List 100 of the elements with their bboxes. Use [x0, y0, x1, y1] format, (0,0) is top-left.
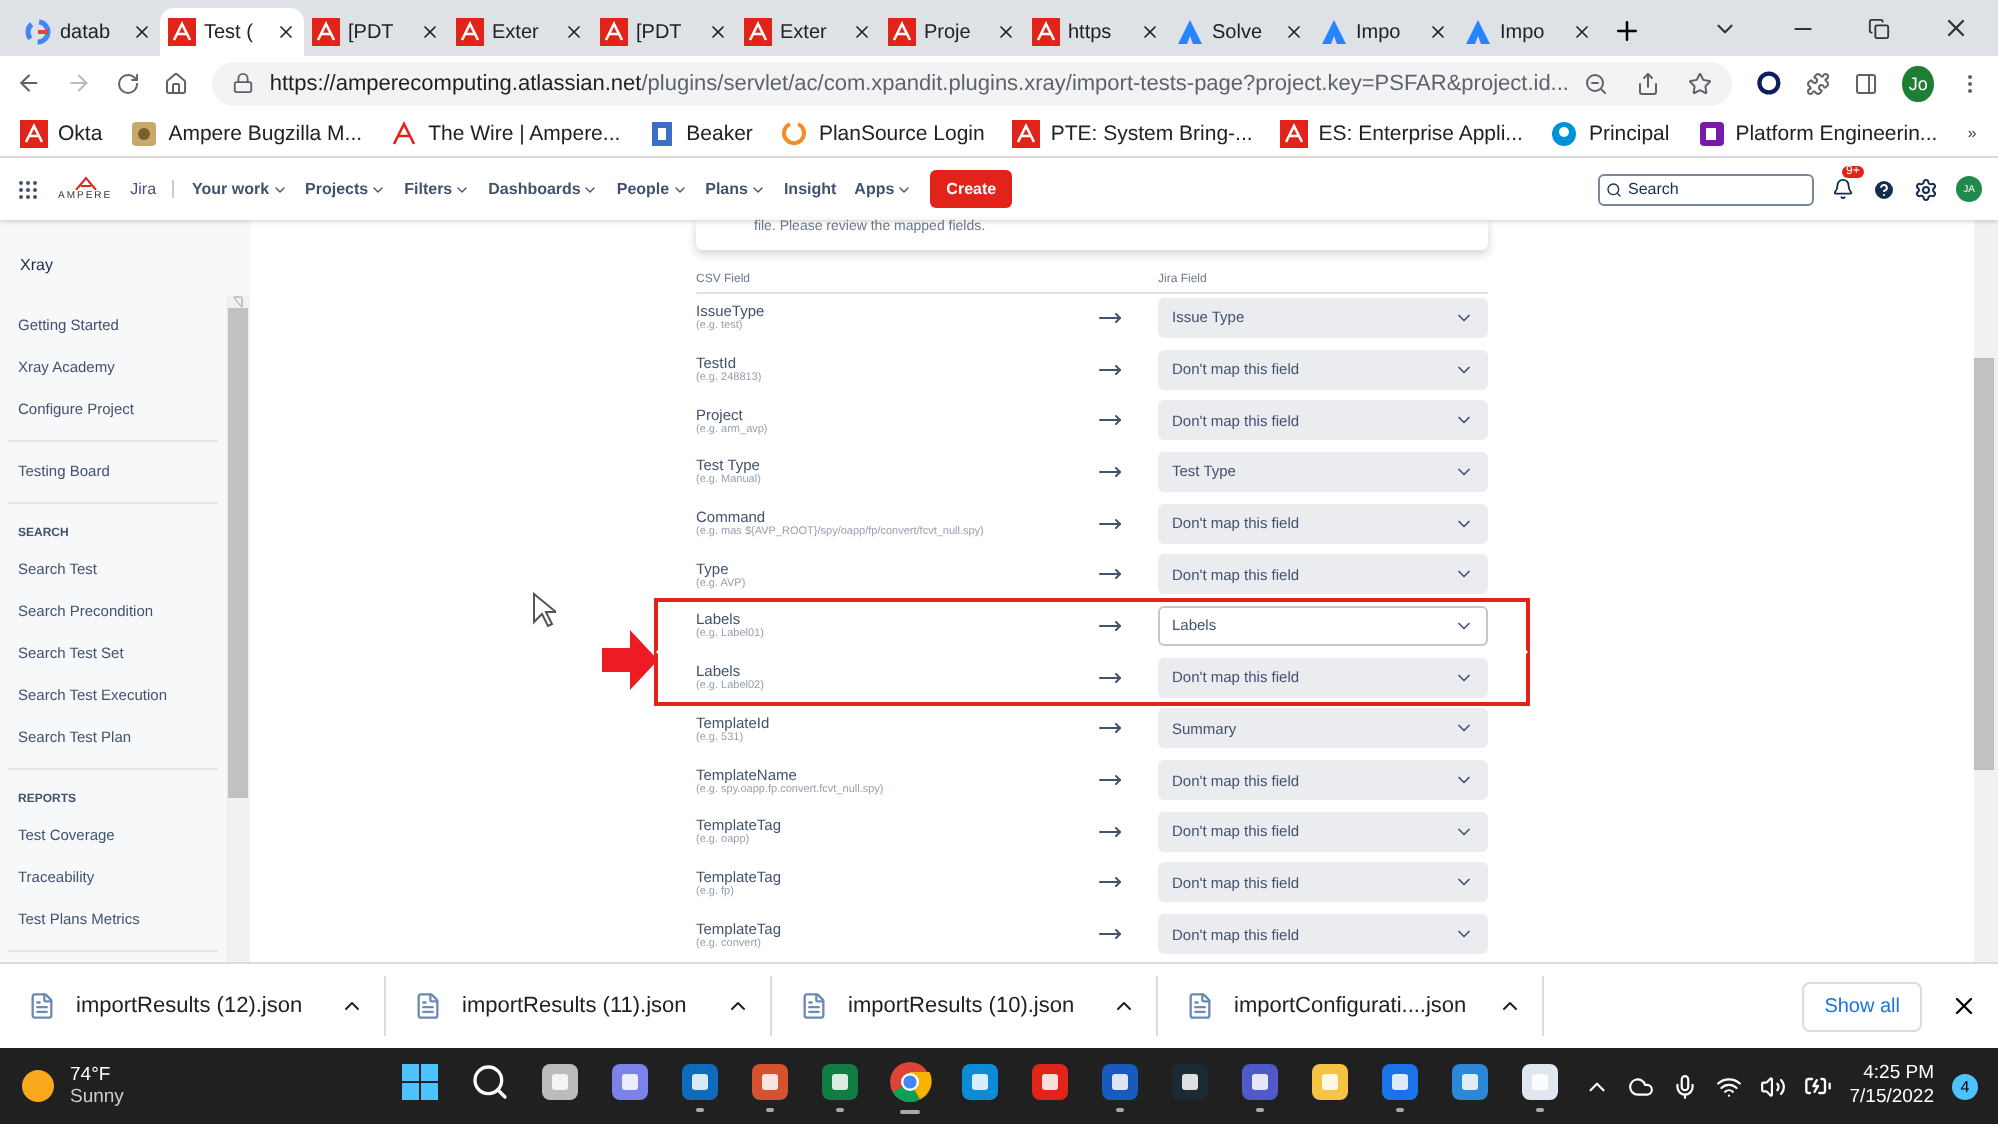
browser-tab[interactable]: Impo — [1312, 8, 1456, 56]
ring-logo-icon — [24, 18, 52, 46]
notifications-icon[interactable] — [1832, 178, 1854, 200]
search-icon — [1606, 181, 1622, 197]
nav-menu[interactable]: Insight — [783, 180, 837, 198]
url-text: https://amperecomputing.atlassian.net/plugins/servlet/ac/com.xpandit.plugins.xray/import-tests-page?project.key=PSFAR&project.id... — [269, 71, 1569, 95]
nav-menu[interactable]: Dashboards — [488, 180, 599, 198]
nav-menu[interactable]: Your work — [192, 180, 288, 198]
download-item[interactable]: importResults (10).json — [848, 994, 1092, 1018]
home-icon[interactable] — [163, 69, 188, 97]
help-icon[interactable] — [1872, 177, 1896, 201]
bookmark[interactable]: ES: Enterprise Appli... — [1280, 119, 1523, 147]
bookmark[interactable]: Beaker — [648, 119, 753, 147]
nav-menu[interactable]: Projects — [305, 180, 387, 198]
logo-icon — [780, 119, 809, 147]
clock[interactable]: 4:25 PM 7/15/2022 — [1849, 1061, 1934, 1111]
bookmark[interactable]: Principal — [1550, 119, 1670, 147]
browser-tab[interactable]: Exter — [736, 8, 880, 56]
restore-icon[interactable] — [1868, 17, 1890, 39]
close-icon — [1284, 22, 1304, 42]
bookmark[interactable]: PTE: System Bring-... — [1012, 119, 1253, 147]
address-field[interactable]: https://amperecomputing.atlassian.net/plugins/servlet/ac/com.xpandit.plugins.xray/import-tests-page?project.key=PSFAR&project.id... — [211, 61, 1733, 105]
browser-tab[interactable]: [PDT — [304, 8, 448, 56]
file-icon — [800, 992, 828, 1020]
nav-menu[interactable]: People — [616, 180, 688, 198]
browser-tab[interactable]: datab — [16, 8, 160, 56]
file-icon — [1186, 992, 1214, 1020]
close-icon — [564, 22, 584, 42]
nav-menu[interactable]: Filters — [404, 180, 471, 198]
new-tab-icon[interactable] — [1612, 16, 1642, 46]
download-item[interactable]: importConfigurati....json — [1234, 994, 1478, 1018]
logo-icon — [1550, 119, 1579, 147]
close-icon[interactable] — [1950, 992, 1978, 1020]
app-switcher-icon[interactable] — [16, 177, 40, 201]
microphone-icon[interactable] — [1671, 1073, 1698, 1099]
logo-icon — [1012, 119, 1041, 147]
reload-icon[interactable] — [115, 69, 140, 97]
logo-icon — [888, 18, 916, 46]
file-icon — [28, 992, 56, 1020]
close-icon — [852, 22, 872, 42]
bookmark[interactable]: Okta — [20, 119, 103, 147]
bookmark[interactable]: Platform Engineerin... — [1697, 119, 1938, 147]
sun-icon — [20, 1068, 56, 1104]
logo-icon — [73, 176, 98, 190]
lock-icon — [231, 72, 254, 94]
logo-icon — [20, 119, 48, 147]
scrollbar-thumb[interactable] — [228, 308, 248, 799]
notification-count: 4 — [1952, 1073, 1978, 1099]
show-all-button[interactable]: Show all — [1802, 981, 1922, 1031]
browser-tab[interactable]: https — [1024, 8, 1168, 56]
browser-tab[interactable]: Test ( — [160, 8, 304, 56]
cloud-icon[interactable] — [1627, 1073, 1654, 1099]
product-link[interactable]: Jira — [130, 180, 175, 198]
create-button[interactable]: Create — [930, 170, 1013, 208]
search-icon — [469, 1061, 509, 1101]
download-item[interactable]: importResults (12).json — [76, 994, 320, 1018]
profile-avatar[interactable]: Jo — [1902, 65, 1934, 101]
browser-tab[interactable]: [PDT — [592, 8, 736, 56]
logo-icon — [648, 119, 677, 147]
bookmark[interactable]: PlanSource Login — [780, 119, 985, 147]
logo-icon — [600, 18, 628, 46]
browser-tab[interactable]: Impo — [1456, 8, 1600, 56]
extensions-icon[interactable] — [1806, 69, 1831, 97]
star-icon[interactable] — [1688, 71, 1713, 95]
wifi-icon[interactable] — [1715, 1073, 1742, 1099]
bookmark[interactable]: The Wire | Ampere... — [390, 119, 621, 147]
logo-icon — [168, 18, 196, 46]
scrollbar-thumb[interactable] — [1974, 357, 1994, 770]
atlassian-icon — [1464, 18, 1492, 46]
back-icon[interactable] — [16, 68, 42, 98]
volume-icon[interactable] — [1759, 1073, 1786, 1099]
close-icon — [996, 22, 1016, 42]
logo-icon — [390, 119, 419, 147]
close-icon — [1428, 22, 1448, 42]
close-icon[interactable] — [1942, 14, 1970, 42]
extension-icon[interactable] — [1756, 68, 1783, 98]
download-item[interactable]: importResults (11).json — [462, 994, 706, 1018]
settings-icon[interactable] — [1914, 177, 1938, 201]
close-icon — [276, 22, 296, 42]
windows-icon — [399, 1061, 439, 1101]
close-icon — [1140, 22, 1160, 42]
logo-icon — [456, 18, 484, 46]
zoom-out-icon[interactable] — [1584, 71, 1609, 95]
nav-menu[interactable]: Apps — [854, 180, 913, 198]
close-icon — [1572, 22, 1592, 42]
close-icon — [708, 22, 728, 42]
browser-tab[interactable]: Solve — [1168, 8, 1312, 56]
logo-icon — [1280, 119, 1309, 147]
bug-icon — [130, 119, 159, 147]
logo-icon — [312, 18, 340, 46]
side-panel-icon[interactable] — [1854, 69, 1879, 97]
atlassian-icon — [1176, 18, 1204, 46]
battery-icon[interactable] — [1803, 1072, 1832, 1100]
bookmark[interactable]: Ampere Bugzilla M... — [130, 119, 363, 147]
browser-tab[interactable]: Exter — [448, 8, 592, 56]
share-icon[interactable] — [1636, 71, 1661, 95]
file-icon — [414, 992, 442, 1020]
nav-menu[interactable]: Plans — [705, 180, 766, 198]
browser-tab[interactable]: Proje — [880, 8, 1024, 56]
search-field[interactable]: Search — [1598, 173, 1814, 205]
